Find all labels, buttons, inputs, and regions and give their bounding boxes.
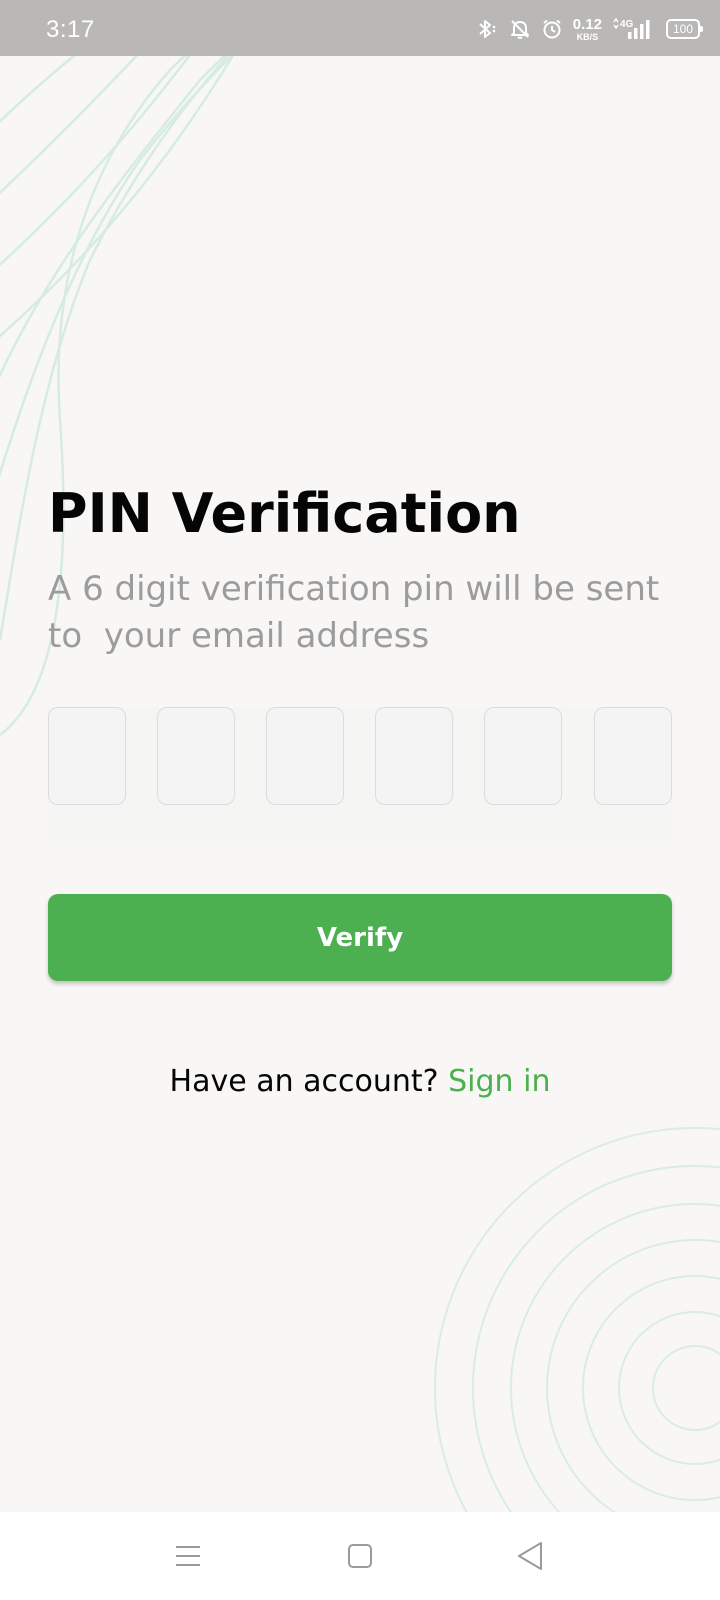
account-prompt-text: Have an account? [169, 1064, 449, 1099]
pin-digit-4[interactable] [375, 707, 453, 805]
signin-link[interactable]: Sign in [448, 1064, 550, 1099]
bell-muted-icon [510, 20, 529, 39]
pin-digit-1[interactable] [48, 707, 126, 805]
pin-verification-screen: PIN Verification A 6 digit verification … [0, 0, 720, 1600]
menu-icon [176, 1546, 200, 1566]
pin-digit-6[interactable] [594, 707, 672, 805]
menu-button[interactable] [164, 1532, 212, 1580]
status-bar: 3:17 0.12 KB/S 4G 100 [0, 0, 720, 56]
back-button[interactable] [506, 1532, 554, 1580]
home-square-icon [348, 1544, 372, 1568]
bluetooth-icon [479, 20, 496, 38]
network-speed-unit: KB/S [576, 31, 599, 42]
verify-button[interactable]: Verify [48, 894, 672, 981]
page-title: PIN Verification [48, 482, 521, 545]
network-speed-value: 0.12 [572, 15, 602, 33]
network-type-label: 4G [620, 19, 634, 30]
pin-digit-2[interactable] [157, 707, 235, 805]
back-triangle-icon [518, 1542, 542, 1570]
signin-prompt: Have an account? Sign in [0, 1064, 720, 1099]
network-speed: 0.12 KB/S [573, 17, 602, 42]
battery-icon: 100 [666, 19, 703, 39]
status-icons: 0.12 KB/S 4G 100 [475, 16, 703, 42]
alarm-icon [543, 19, 561, 39]
pin-digit-3[interactable] [266, 707, 344, 805]
pin-input-row [48, 707, 672, 839]
status-time: 3:17 [46, 16, 95, 43]
signal-icon: 4G [613, 17, 650, 39]
system-navigation-bar [0, 1512, 720, 1600]
home-button[interactable] [336, 1532, 384, 1580]
pin-digit-5[interactable] [484, 707, 562, 805]
page-subtitle: A 6 digit verification pin will be sent … [48, 569, 671, 656]
